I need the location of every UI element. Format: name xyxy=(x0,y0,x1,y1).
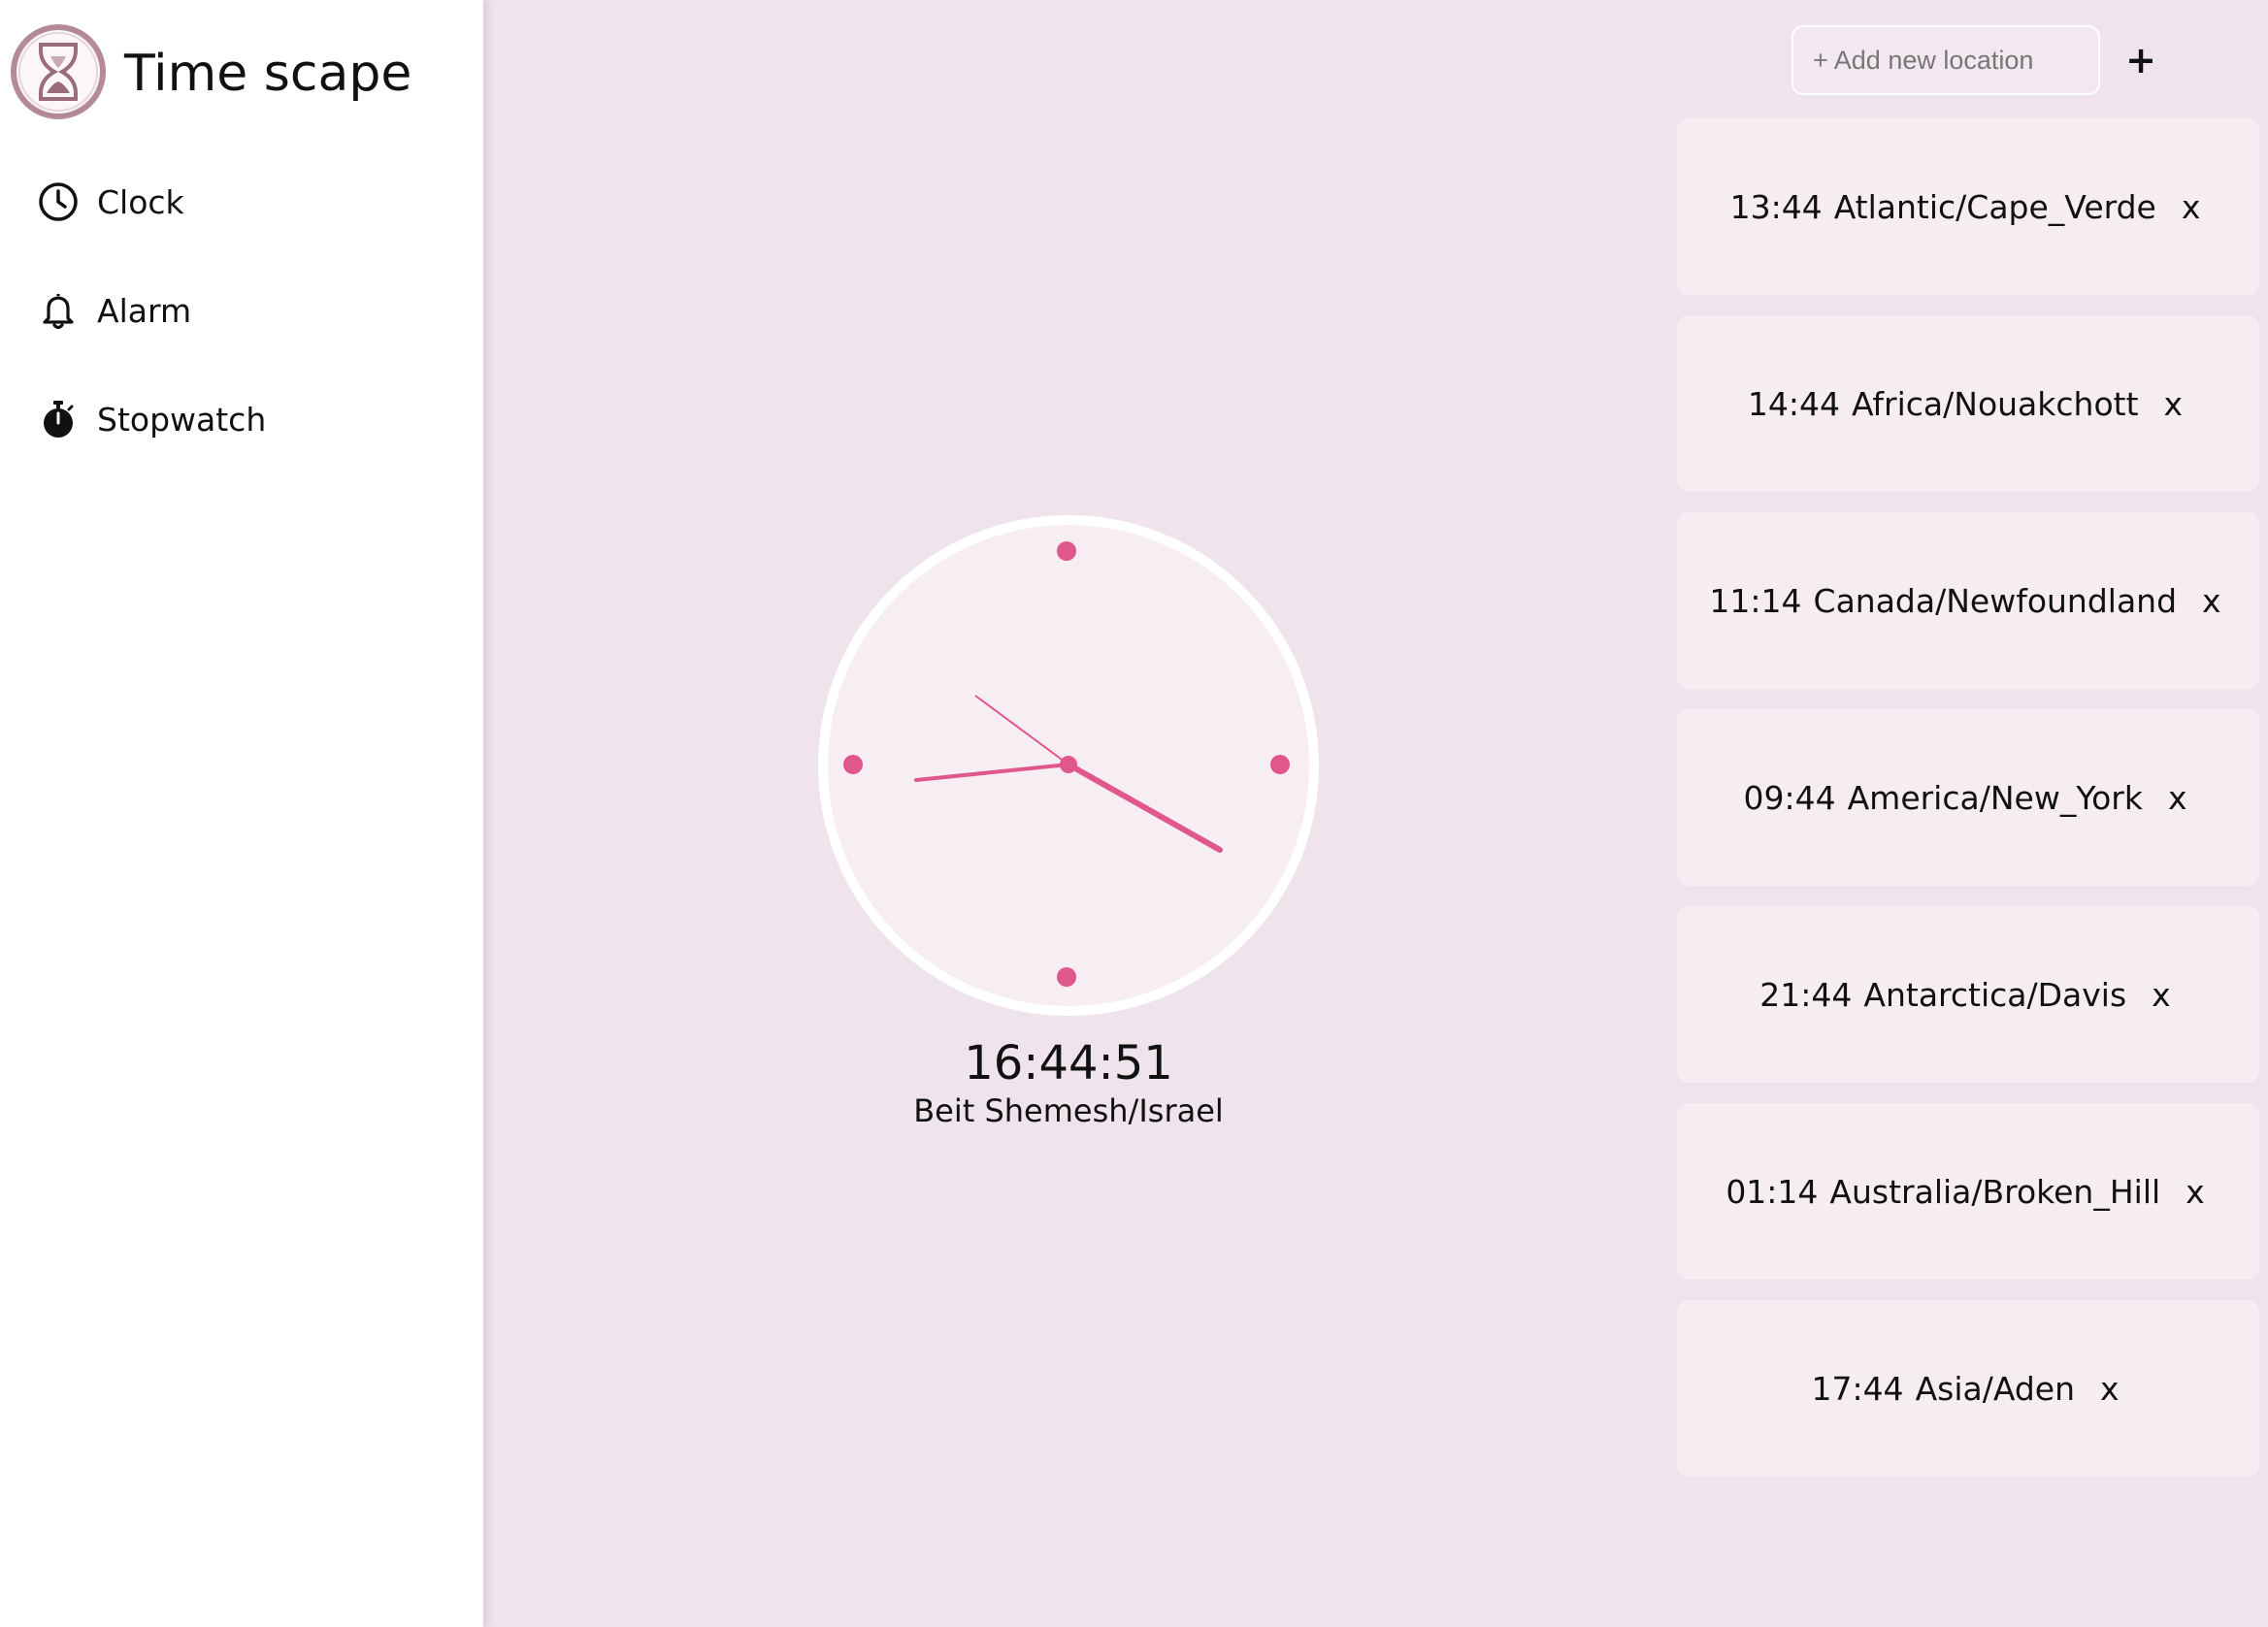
location-zone: Canada/Newfoundland xyxy=(1813,581,2178,620)
location-zone: Atlantic/Cape_Verde xyxy=(1833,187,2156,226)
location-time: 14:44 xyxy=(1747,384,1841,423)
location-time: 21:44 xyxy=(1759,975,1853,1014)
location-card: 17:44 Asia/Aden x xyxy=(1677,1300,2259,1477)
sidebar: Time scape Clock Alarm Stopwatch xyxy=(0,0,483,1627)
nav-item-label: Stopwatch xyxy=(97,400,267,439)
clock-marker-9 xyxy=(843,755,863,774)
current-location: Beit Shemesh/Israel xyxy=(913,1092,1224,1129)
location-time: 17:44 xyxy=(1811,1369,1904,1408)
location-card: 11:14 Canada/Newfoundland x xyxy=(1677,512,2259,689)
remove-location-button[interactable]: x xyxy=(2158,381,2189,427)
stopwatch-icon xyxy=(35,396,82,442)
remove-location-button[interactable]: x xyxy=(2162,775,2193,821)
location-zone: America/New_York xyxy=(1847,778,2143,817)
remove-location-button[interactable]: x xyxy=(2094,1366,2125,1412)
location-zone: Africa/Nouakchott xyxy=(1852,384,2139,423)
clock-icon xyxy=(35,179,82,225)
hourglass-logo-icon xyxy=(10,23,107,120)
location-list: 13:44 Atlantic/Cape_Verde x 14:44 Africa… xyxy=(1677,118,2259,1497)
app-title: Time scape xyxy=(124,45,412,103)
nav-item-clock[interactable]: Clock xyxy=(35,173,443,231)
nav-item-stopwatch[interactable]: Stopwatch xyxy=(35,390,443,448)
location-card: 21:44 Antarctica/Davis x xyxy=(1677,906,2259,1083)
add-location-button[interactable]: + xyxy=(2116,35,2166,85)
location-time: 09:44 xyxy=(1743,778,1836,817)
clock-marker-3 xyxy=(1270,755,1290,774)
remove-location-button[interactable]: x xyxy=(2196,578,2227,624)
nav-item-alarm[interactable]: Alarm xyxy=(35,281,443,340)
location-card: 14:44 Africa/Nouakchott x xyxy=(1677,315,2259,492)
clock-marker-12 xyxy=(1057,541,1076,561)
bell-icon xyxy=(35,287,82,334)
location-card: 09:44 America/New_York x xyxy=(1677,709,2259,886)
remove-location-button[interactable]: x xyxy=(2146,972,2177,1018)
remove-location-button[interactable]: x xyxy=(2176,184,2207,230)
add-location-input[interactable] xyxy=(1791,25,2100,95)
location-zone: Asia/Aden xyxy=(1915,1369,2075,1408)
nav-item-label: Alarm xyxy=(97,291,192,330)
clock-center xyxy=(1060,756,1077,773)
main-content: + 16:44:51 Beit Shemesh/Israel 13:44 Atl… xyxy=(483,0,2268,1627)
analog-clock xyxy=(817,514,1320,1017)
location-card: 13:44 Atlantic/Cape_Verde x xyxy=(1677,118,2259,295)
location-time: 11:14 xyxy=(1709,581,1802,620)
location-time: 13:44 xyxy=(1729,187,1823,226)
remove-location-button[interactable]: x xyxy=(2180,1169,2211,1215)
clock-marker-6 xyxy=(1057,967,1076,987)
nav-item-label: Clock xyxy=(97,182,184,221)
location-zone: Antarctica/Davis xyxy=(1863,975,2127,1014)
location-time: 01:14 xyxy=(1726,1172,1819,1211)
location-card: 01:14 Australia/Broken_Hill x xyxy=(1677,1103,2259,1280)
digital-time: 16:44:51 xyxy=(964,1036,1173,1090)
location-zone: Australia/Broken_Hill xyxy=(1829,1172,2161,1211)
